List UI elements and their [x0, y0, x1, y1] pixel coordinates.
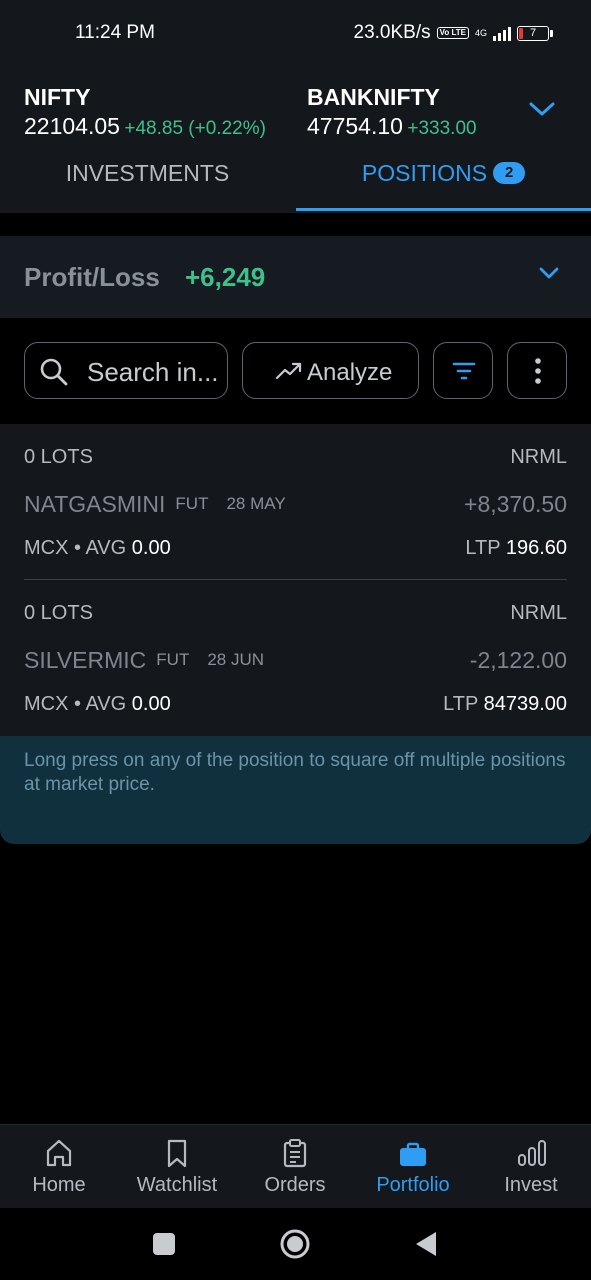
- bottom-navigation: Home Watchlist Orders Portfolio Invest: [0, 1124, 591, 1208]
- position-ltp-label: LTP: [465, 537, 501, 559]
- nav-label: Portfolio: [376, 1174, 450, 1196]
- index-value: 47754.10: [307, 113, 403, 139]
- position-ltp: LTP 84739.00: [443, 693, 567, 716]
- trending-up-icon: [275, 362, 302, 380]
- analyze-label: Analyze: [307, 359, 393, 386]
- bookmark-icon: [167, 1139, 187, 1168]
- back-triangle-icon[interactable]: [414, 1230, 438, 1258]
- nav-invest[interactable]: Invest: [472, 1125, 590, 1209]
- position-ltp-label: LTP: [443, 693, 479, 715]
- nav-label: Watchlist: [136, 1174, 218, 1196]
- tab-positions[interactable]: POSITIONS 2: [296, 152, 591, 213]
- position-meta: MCX • AVG 0.00: [24, 537, 171, 560]
- index-change: +48.85 (+0.22%): [124, 118, 266, 139]
- more-vertical-icon: [535, 358, 541, 384]
- position-pnl: -2,122.00: [469, 647, 567, 673]
- network-type: 4G: [474, 27, 487, 38]
- position-symbol-line: SILVERMIC FUT 28 JUN: [24, 647, 264, 674]
- filter-icon: [452, 362, 476, 380]
- position-row[interactable]: 0 LOTS NRML NATGASMINI FUT 28 MAY +8,370.5…: [24, 424, 567, 580]
- tab-label: POSITIONS: [361, 160, 488, 186]
- position-lots: 0 LOTS: [24, 602, 93, 624]
- signal-icon: [493, 25, 511, 41]
- market-header: NIFTY 22104.05 +48.85 (+0.22%) BANKNIFTY…: [0, 56, 591, 213]
- position-instrument: FUT: [175, 494, 209, 513]
- chevron-down-icon[interactable]: [528, 100, 556, 118]
- system-navigation: [0, 1208, 591, 1280]
- position-row[interactable]: 0 LOTS NRML SILVERMIC FUT 28 JUN -2,122.00…: [24, 580, 567, 736]
- position-ltp: LTP 196.60: [465, 537, 567, 560]
- index-name: BANKNIFTY: [307, 84, 440, 110]
- search-input[interactable]: Search in...: [24, 342, 228, 399]
- home-circle-icon[interactable]: [279, 1228, 311, 1260]
- search-placeholder: Search in...: [87, 357, 219, 387]
- profit-loss-label: Profit/Loss: [24, 262, 160, 292]
- portfolio-tabs: INVESTMENTS POSITIONS 2: [0, 152, 591, 213]
- search-icon: [40, 358, 68, 386]
- position-instrument: FUT: [156, 650, 190, 669]
- chevron-down-icon[interactable]: [538, 266, 560, 281]
- index-banknifty[interactable]: BANKNIFTY 47754.10 +333.00: [307, 84, 477, 140]
- profit-loss-value: +6,249: [185, 262, 266, 292]
- positions-toolbar: Search in... Analyze: [0, 318, 591, 424]
- positions-list: 0 LOTS NRML NATGASMINI FUT 28 MAY +8,370.5…: [0, 424, 591, 736]
- tab-investments[interactable]: INVESTMENTS: [0, 152, 295, 213]
- position-pnl: +8,370.50: [464, 491, 567, 517]
- nav-label: Invest: [504, 1174, 558, 1196]
- nav-label: Home: [32, 1174, 86, 1196]
- analyze-button[interactable]: Analyze: [242, 342, 419, 399]
- position-symbol: NATGASMINI: [24, 491, 166, 517]
- nav-label: Orders: [264, 1174, 326, 1196]
- position-exchange-avg-label: MCX • AVG: [24, 693, 127, 715]
- status-right: 23.0KB/s Vo LTE 4G 7: [353, 22, 553, 44]
- position-symbol-line: NATGASMINI FUT 28 MAY: [24, 491, 286, 518]
- bar-chart-icon: [518, 1140, 546, 1166]
- square-off-notice: Long press on any of the position to squ…: [0, 736, 591, 844]
- position-expiry: 28 MAY: [226, 494, 286, 513]
- nav-watchlist[interactable]: Watchlist: [118, 1125, 236, 1209]
- tab-label: INVESTMENTS: [65, 160, 230, 186]
- index-change: +333.00: [407, 118, 477, 139]
- position-lots: 0 LOTS: [24, 446, 93, 468]
- clipboard-icon: [283, 1139, 307, 1168]
- home-icon: [46, 1139, 72, 1167]
- position-ltp-value: 196.60: [505, 537, 567, 559]
- status-time: 11:24 PM: [75, 22, 155, 43]
- battery-icon: 7: [517, 25, 553, 41]
- nav-home[interactable]: Home: [0, 1125, 118, 1209]
- position-product: NRML: [510, 446, 567, 468]
- status-bar: 11:24 PM 23.0KB/s Vo LTE 4G 7: [0, 0, 591, 56]
- positions-count-badge: 2: [493, 161, 526, 184]
- nav-portfolio[interactable]: Portfolio: [354, 1125, 472, 1209]
- net-speed: 23.0KB/s: [353, 22, 431, 43]
- position-avg: 0.00: [131, 693, 171, 715]
- recents-icon[interactable]: [152, 1232, 176, 1256]
- position-meta: MCX • AVG 0.00: [24, 693, 171, 716]
- profit-loss-summary[interactable]: Profit/Loss +6,249: [0, 236, 591, 318]
- battery-level: 7: [529, 26, 537, 39]
- nav-orders[interactable]: Orders: [236, 1125, 354, 1209]
- briefcase-icon: [400, 1142, 426, 1166]
- notice-text: Long press on any of the position to squ…: [24, 750, 566, 795]
- position-exchange-avg-label: MCX • AVG: [24, 537, 127, 559]
- position-ltp-value: 84739.00: [483, 693, 567, 715]
- index-value: 22104.05: [24, 113, 120, 139]
- filter-button[interactable]: [433, 342, 493, 399]
- index-nifty[interactable]: NIFTY 22104.05 +48.85 (+0.22%): [24, 84, 266, 140]
- position-avg: 0.00: [131, 537, 171, 559]
- volte-icon: Vo LTE: [436, 27, 469, 39]
- index-name: NIFTY: [24, 84, 91, 110]
- position-product: NRML: [510, 602, 567, 624]
- active-tab-indicator: [296, 208, 591, 211]
- position-expiry: 28 JUN: [207, 650, 265, 669]
- more-options-button[interactable]: [507, 342, 567, 399]
- position-symbol: SILVERMIC: [24, 647, 147, 673]
